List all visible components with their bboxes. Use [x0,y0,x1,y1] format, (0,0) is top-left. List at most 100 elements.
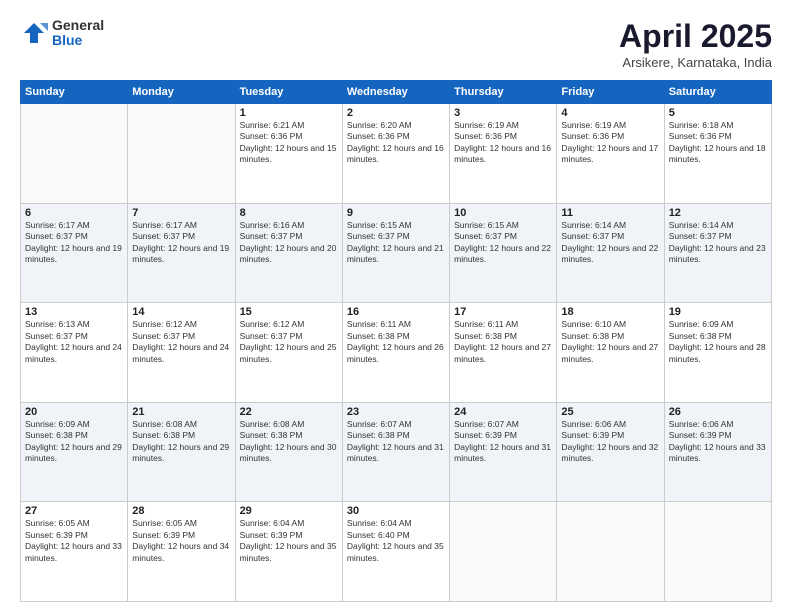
day-number: 11 [561,207,659,219]
logo-blue-text: Blue [52,33,104,48]
day-number: 24 [454,406,552,418]
day-number: 1 [240,107,338,119]
day-number: 16 [347,306,445,318]
logo: General Blue [20,18,104,49]
day-info: Sunrise: 6:15 AM Sunset: 6:37 PM Dayligh… [454,220,552,266]
table-row: 26Sunrise: 6:06 AM Sunset: 6:39 PM Dayli… [664,402,771,502]
day-number: 7 [132,207,230,219]
day-info: Sunrise: 6:11 AM Sunset: 6:38 PM Dayligh… [454,319,552,365]
table-row: 2Sunrise: 6:20 AM Sunset: 6:36 PM Daylig… [342,104,449,204]
day-info: Sunrise: 6:08 AM Sunset: 6:38 PM Dayligh… [132,419,230,465]
calendar-week-row: 1Sunrise: 6:21 AM Sunset: 6:36 PM Daylig… [21,104,772,204]
day-info: Sunrise: 6:10 AM Sunset: 6:38 PM Dayligh… [561,319,659,365]
table-row: 25Sunrise: 6:06 AM Sunset: 6:39 PM Dayli… [557,402,664,502]
day-info: Sunrise: 6:12 AM Sunset: 6:37 PM Dayligh… [132,319,230,365]
table-row: 16Sunrise: 6:11 AM Sunset: 6:38 PM Dayli… [342,303,449,403]
day-number: 2 [347,107,445,119]
day-info: Sunrise: 6:07 AM Sunset: 6:38 PM Dayligh… [347,419,445,465]
page: General Blue April 2025 Arsikere, Karnat… [0,0,792,612]
day-number: 8 [240,207,338,219]
day-number: 19 [669,306,767,318]
col-tuesday: Tuesday [235,81,342,104]
day-info: Sunrise: 6:15 AM Sunset: 6:37 PM Dayligh… [347,220,445,266]
table-row: 5Sunrise: 6:18 AM Sunset: 6:36 PM Daylig… [664,104,771,204]
day-info: Sunrise: 6:09 AM Sunset: 6:38 PM Dayligh… [669,319,767,365]
header: General Blue April 2025 Arsikere, Karnat… [20,18,772,70]
logo-general-text: General [52,18,104,33]
table-row: 15Sunrise: 6:12 AM Sunset: 6:37 PM Dayli… [235,303,342,403]
day-info: Sunrise: 6:20 AM Sunset: 6:36 PM Dayligh… [347,120,445,166]
col-wednesday: Wednesday [342,81,449,104]
day-number: 20 [25,406,123,418]
day-number: 23 [347,406,445,418]
day-number: 17 [454,306,552,318]
table-row: 1Sunrise: 6:21 AM Sunset: 6:36 PM Daylig… [235,104,342,204]
table-row: 22Sunrise: 6:08 AM Sunset: 6:38 PM Dayli… [235,402,342,502]
table-row: 8Sunrise: 6:16 AM Sunset: 6:37 PM Daylig… [235,203,342,303]
day-info: Sunrise: 6:04 AM Sunset: 6:40 PM Dayligh… [347,518,445,564]
logo-text: General Blue [52,18,104,49]
day-number: 10 [454,207,552,219]
calendar-week-row: 20Sunrise: 6:09 AM Sunset: 6:38 PM Dayli… [21,402,772,502]
col-friday: Friday [557,81,664,104]
table-row: 21Sunrise: 6:08 AM Sunset: 6:38 PM Dayli… [128,402,235,502]
table-row: 23Sunrise: 6:07 AM Sunset: 6:38 PM Dayli… [342,402,449,502]
day-info: Sunrise: 6:09 AM Sunset: 6:38 PM Dayligh… [25,419,123,465]
day-number: 25 [561,406,659,418]
day-number: 14 [132,306,230,318]
day-info: Sunrise: 6:05 AM Sunset: 6:39 PM Dayligh… [132,518,230,564]
table-row: 10Sunrise: 6:15 AM Sunset: 6:37 PM Dayli… [450,203,557,303]
table-row: 11Sunrise: 6:14 AM Sunset: 6:37 PM Dayli… [557,203,664,303]
day-number: 28 [132,505,230,517]
day-number: 26 [669,406,767,418]
day-number: 3 [454,107,552,119]
day-info: Sunrise: 6:19 AM Sunset: 6:36 PM Dayligh… [454,120,552,166]
day-info: Sunrise: 6:04 AM Sunset: 6:39 PM Dayligh… [240,518,338,564]
day-info: Sunrise: 6:14 AM Sunset: 6:37 PM Dayligh… [669,220,767,266]
day-number: 30 [347,505,445,517]
day-info: Sunrise: 6:12 AM Sunset: 6:37 PM Dayligh… [240,319,338,365]
month-title: April 2025 [619,18,772,55]
day-info: Sunrise: 6:13 AM Sunset: 6:37 PM Dayligh… [25,319,123,365]
table-row: 6Sunrise: 6:17 AM Sunset: 6:37 PM Daylig… [21,203,128,303]
day-info: Sunrise: 6:18 AM Sunset: 6:36 PM Dayligh… [669,120,767,166]
day-info: Sunrise: 6:06 AM Sunset: 6:39 PM Dayligh… [561,419,659,465]
table-row: 20Sunrise: 6:09 AM Sunset: 6:38 PM Dayli… [21,402,128,502]
day-info: Sunrise: 6:06 AM Sunset: 6:39 PM Dayligh… [669,419,767,465]
table-row: 24Sunrise: 6:07 AM Sunset: 6:39 PM Dayli… [450,402,557,502]
day-number: 27 [25,505,123,517]
day-info: Sunrise: 6:17 AM Sunset: 6:37 PM Dayligh… [25,220,123,266]
day-number: 21 [132,406,230,418]
day-info: Sunrise: 6:16 AM Sunset: 6:37 PM Dayligh… [240,220,338,266]
day-number: 22 [240,406,338,418]
day-info: Sunrise: 6:21 AM Sunset: 6:36 PM Dayligh… [240,120,338,166]
table-row: 7Sunrise: 6:17 AM Sunset: 6:37 PM Daylig… [128,203,235,303]
table-row: 3Sunrise: 6:19 AM Sunset: 6:36 PM Daylig… [450,104,557,204]
calendar-week-row: 6Sunrise: 6:17 AM Sunset: 6:37 PM Daylig… [21,203,772,303]
logo-icon [20,19,48,47]
day-info: Sunrise: 6:19 AM Sunset: 6:36 PM Dayligh… [561,120,659,166]
day-info: Sunrise: 6:08 AM Sunset: 6:38 PM Dayligh… [240,419,338,465]
table-row [664,502,771,602]
day-number: 5 [669,107,767,119]
table-row: 28Sunrise: 6:05 AM Sunset: 6:39 PM Dayli… [128,502,235,602]
calendar-week-row: 27 Sunrise: 6:05 AM Sunset: 6:39 PM Dayli… [21,502,772,602]
day-number: 9 [347,207,445,219]
table-row: 18Sunrise: 6:10 AM Sunset: 6:38 PM Dayli… [557,303,664,403]
calendar-table: Sunday Monday Tuesday Wednesday Thursday… [20,80,772,602]
day-number: 6 [25,207,123,219]
day-number: 12 [669,207,767,219]
day-number: 15 [240,306,338,318]
day-number: 18 [561,306,659,318]
day-number: 4 [561,107,659,119]
day-info: Sunrise: 6:14 AM Sunset: 6:37 PM Dayligh… [561,220,659,266]
table-row: 12Sunrise: 6:14 AM Sunset: 6:37 PM Dayli… [664,203,771,303]
table-row [128,104,235,204]
day-info: Sunrise: 6:17 AM Sunset: 6:37 PM Dayligh… [132,220,230,266]
table-row: 29Sunrise: 6:04 AM Sunset: 6:39 PM Dayli… [235,502,342,602]
day-info: Sunrise: 6:07 AM Sunset: 6:39 PM Dayligh… [454,419,552,465]
calendar-header-row: Sunday Monday Tuesday Wednesday Thursday… [21,81,772,104]
table-row [557,502,664,602]
col-sunday: Sunday [21,81,128,104]
table-row: 13Sunrise: 6:13 AM Sunset: 6:37 PM Dayli… [21,303,128,403]
